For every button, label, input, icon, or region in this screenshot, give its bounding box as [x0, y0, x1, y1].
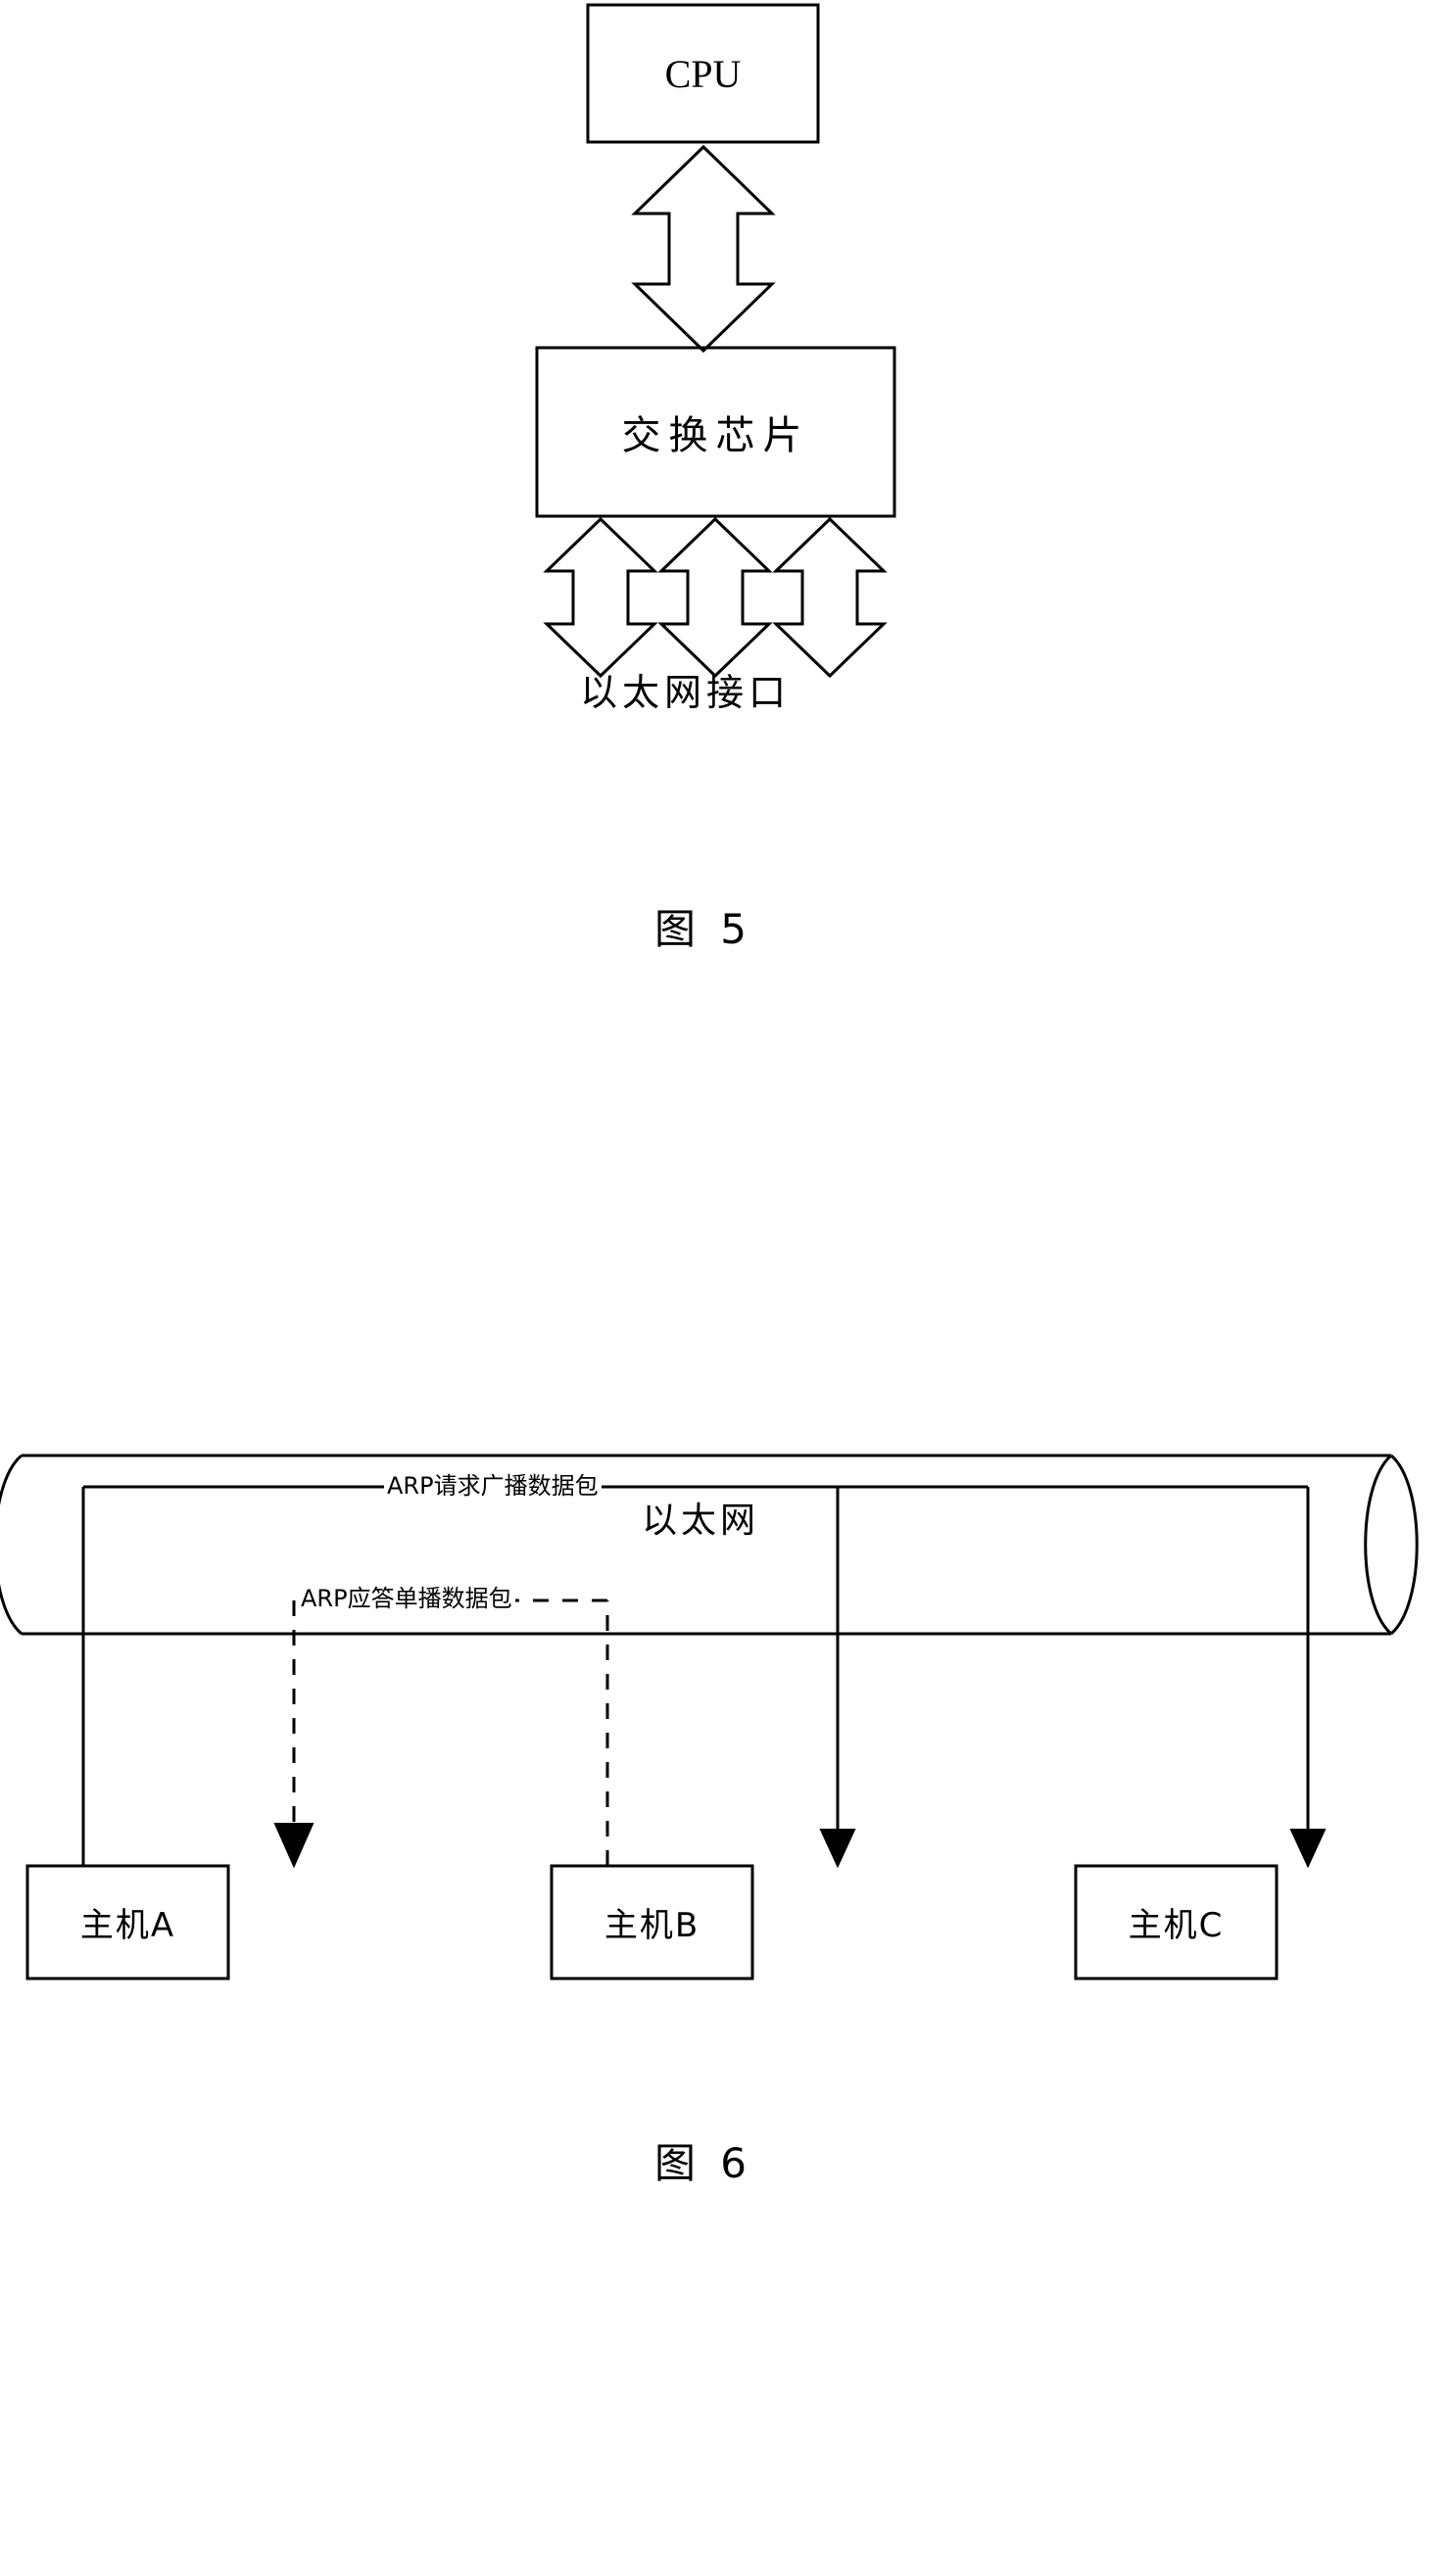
host-a-label: 主机A [79, 1906, 176, 1945]
arp-reply-label: ARP应答单播数据包 [298, 1579, 515, 1613]
figure-6-caption: 图 6 [653, 2139, 753, 2187]
arp-request-arrowhead-host-c [1289, 1829, 1327, 1869]
ethernet-cylinder-right-cap-back [1364, 1454, 1393, 1636]
ethernet-cylinder-left-cap [0, 1454, 23, 1636]
cpu-switch-double-arrow [631, 144, 776, 354]
arp-reply-arrowhead-host-a [273, 1823, 314, 1869]
ethernet-port-arrow-3 [772, 516, 888, 679]
figure-5-caption: 图 5 [653, 905, 753, 953]
arp-request-label: ARP请求广播数据包 [384, 1466, 602, 1501]
host-c-label: 主机C [1128, 1906, 1225, 1945]
arp-request-arrowhead-host-b [819, 1829, 856, 1869]
host-b-label: 主机B [603, 1906, 700, 1945]
ethernet-cylinder-right-cap-front [1389, 1454, 1419, 1636]
ethernet-port-arrow-2 [657, 516, 773, 679]
patent-drawing-page: CPU 交换芯片 以太网接口 图 5 ARP请求广播数据包 ARP应答单播数据包… [0, 0, 1448, 2576]
switch-chip-label: 交换芯片 [621, 413, 810, 458]
ethernet-port-arrow-1 [543, 516, 658, 679]
ethernet-interface-label: 以太网接口 [580, 671, 792, 714]
cpu-label: CPU [664, 51, 742, 96]
ethernet-network-label: 以太网 [638, 1503, 764, 1539]
